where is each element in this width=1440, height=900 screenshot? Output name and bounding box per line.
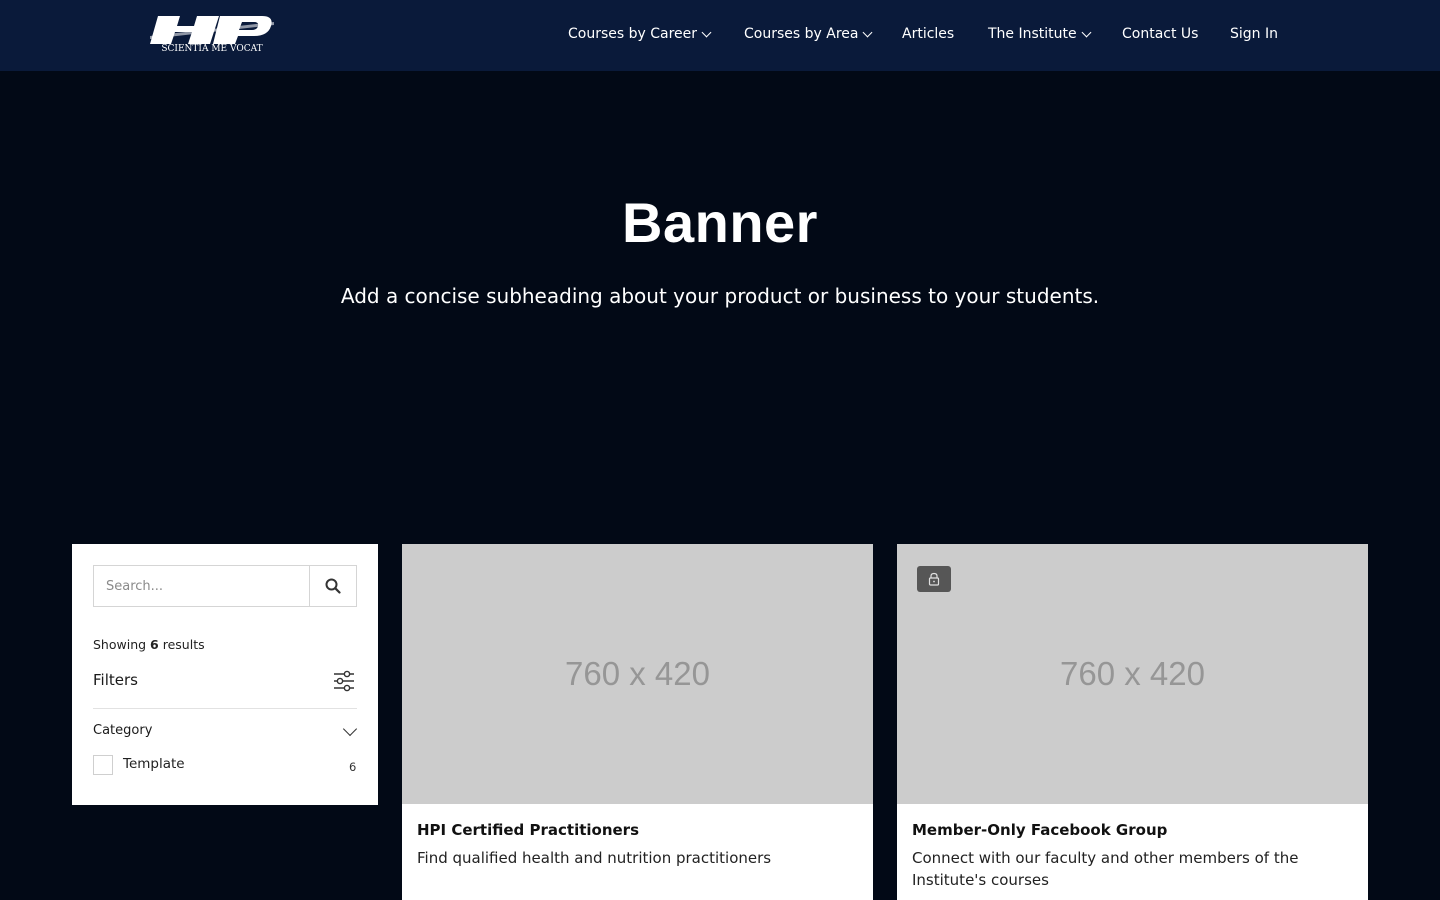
- card-description: Find qualified health and nutrition prac…: [417, 849, 772, 867]
- nav-label: Courses by Career: [568, 26, 698, 42]
- banner-subtitle: Add a concise subheading about your prod…: [340, 284, 1100, 308]
- template-option-count: 6: [349, 760, 357, 774]
- nav-courses-by-career[interactable]: Courses by Career: [568, 26, 712, 42]
- course-card[interactable]: 760 x 420 Member-Only Facebook Group Con…: [897, 544, 1368, 900]
- course-card[interactable]: 760 x 420 HPI Certified Practitioners Fi…: [402, 544, 873, 900]
- chevron-down-icon: [1081, 27, 1092, 37]
- search-box: [93, 565, 357, 607]
- lock-icon: [917, 566, 951, 592]
- showing-prefix: Showing: [93, 637, 147, 652]
- search-icon: [325, 578, 341, 594]
- nav-label: Contact Us: [1122, 26, 1199, 42]
- template-option-label[interactable]: Template: [123, 756, 185, 772]
- nav-articles[interactable]: Articles: [902, 26, 954, 42]
- showing-count: 6: [150, 637, 159, 652]
- nav-label: Courses by Area: [744, 26, 859, 42]
- nav-label: The Institute: [988, 26, 1077, 42]
- chevron-down-icon: [863, 27, 873, 37]
- template-checkbox[interactable]: [93, 755, 113, 775]
- image-placeholder-text: 760 x 420: [565, 655, 710, 692]
- divider: [93, 708, 357, 709]
- card-title[interactable]: Member-Only Facebook Group: [912, 821, 1167, 839]
- logo-tagline: SCIENTIA ME VOCAT: [161, 44, 262, 54]
- card-image-placeholder[interactable]: 760 x 420: [897, 544, 1368, 804]
- chevron-down-icon[interactable]: [342, 721, 358, 737]
- image-placeholder-text: 760 x 420: [1060, 655, 1205, 692]
- search-input[interactable]: [94, 566, 309, 606]
- nav-courses-by-area[interactable]: Courses by Area: [744, 26, 873, 42]
- sliders-icon[interactable]: [333, 670, 355, 692]
- nav-contact-us[interactable]: Contact Us: [1122, 26, 1198, 42]
- nav-label: Sign In: [1230, 26, 1278, 42]
- category-filter-label[interactable]: Category: [93, 723, 152, 738]
- hp-logo[interactable]: SCIENTIA ME VOCAT: [150, 14, 274, 54]
- card-title[interactable]: HPI Certified Practitioners: [417, 821, 639, 839]
- showing-suffix: results: [162, 637, 205, 652]
- card-image-placeholder[interactable]: 760 x 420: [402, 544, 873, 804]
- chevron-down-icon: [701, 27, 712, 37]
- card-description: Connect with our faculty and other membe…: [912, 849, 1299, 889]
- results-count: Showing 6 results: [93, 637, 205, 652]
- nav-label: Articles: [902, 26, 955, 42]
- site-header: SCIENTIA ME VOCAT Courses by Career Cour…: [0, 0, 1440, 71]
- banner-title: Banner: [622, 191, 818, 254]
- filter-sidebar: Showing 6 results Filters Category Templ…: [72, 544, 378, 805]
- nav-sign-in[interactable]: Sign In: [1230, 26, 1278, 42]
- search-button[interactable]: [309, 566, 356, 606]
- filters-heading: Filters: [93, 671, 138, 689]
- nav-the-institute[interactable]: The Institute: [988, 26, 1092, 42]
